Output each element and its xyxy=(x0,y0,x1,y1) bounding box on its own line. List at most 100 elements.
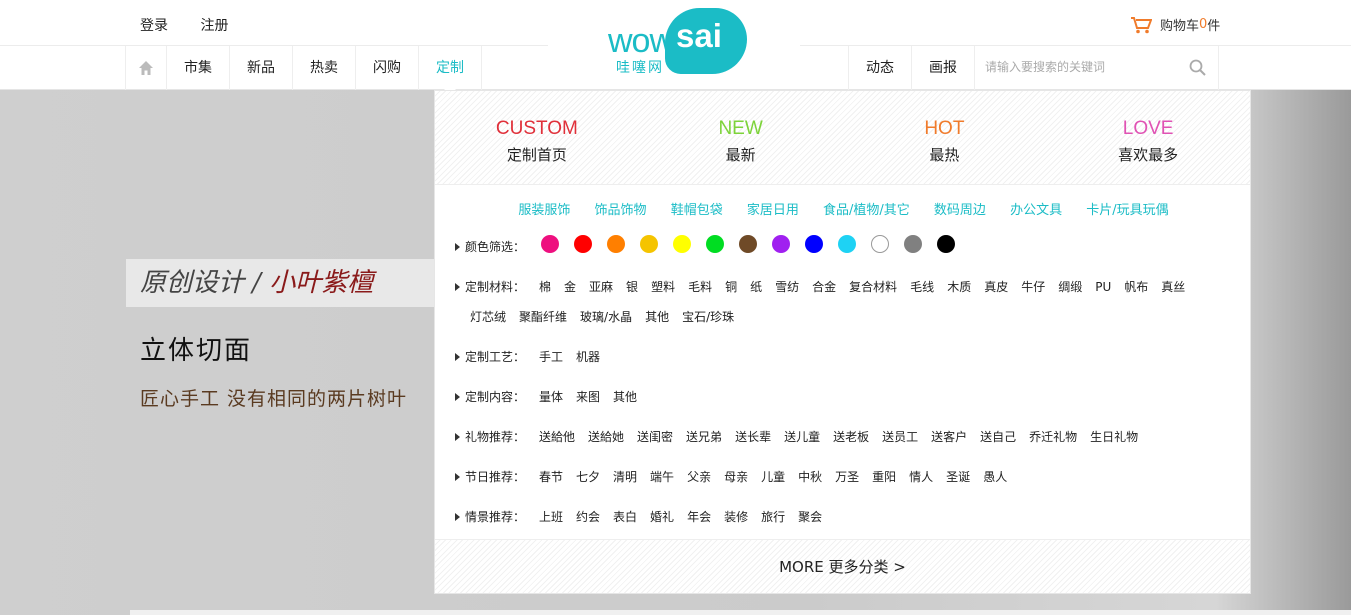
filter-tag[interactable]: 真丝 xyxy=(1161,280,1185,294)
filter-tag[interactable]: 送长辈 xyxy=(735,430,771,444)
cart-link[interactable]: 购物车 0 件 xyxy=(1130,15,1220,34)
nav-home[interactable] xyxy=(126,46,167,90)
filter-tag[interactable]: 儿童 xyxy=(761,470,785,484)
filter-tag[interactable]: 金 xyxy=(564,280,576,294)
filter-tag[interactable]: 年会 xyxy=(687,510,711,524)
top-cat-hot[interactable]: HOT 最热 xyxy=(843,91,1047,184)
filter-tag[interactable]: 玻璃/水晶 xyxy=(580,310,632,324)
filter-tag[interactable]: 毛线 xyxy=(910,280,934,294)
color-swatch-gold[interactable] xyxy=(640,235,658,253)
filter-tag[interactable]: 宝石/珍珠 xyxy=(682,310,734,324)
color-swatch-orange[interactable] xyxy=(607,235,625,253)
filter-tag[interactable]: 上班 xyxy=(539,510,563,524)
filter-tag[interactable]: 银 xyxy=(626,280,638,294)
category-link[interactable]: 卡片/玩具玩偶 xyxy=(1086,203,1168,218)
color-swatch-rose[interactable] xyxy=(541,235,559,253)
filter-tag[interactable]: 表白 xyxy=(613,510,637,524)
more-categories-link[interactable]: MORE 更多分类 > xyxy=(435,539,1250,593)
filter-tag[interactable]: 雪纺 xyxy=(775,280,799,294)
category-link[interactable]: 鞋帽包袋 xyxy=(671,203,723,218)
filter-tag[interactable]: 真皮 xyxy=(984,280,1008,294)
filter-tag[interactable]: 送兄弟 xyxy=(686,430,722,444)
nav-hot[interactable]: 热卖 xyxy=(293,46,356,90)
filter-tag[interactable]: 旅行 xyxy=(761,510,785,524)
filter-tag[interactable]: 七夕 xyxy=(576,470,600,484)
filter-tag[interactable]: 送员工 xyxy=(882,430,918,444)
filter-tag[interactable]: 生日礼物 xyxy=(1090,430,1138,444)
color-swatch-yellow[interactable] xyxy=(673,235,691,253)
filter-tag[interactable]: 牛仔 xyxy=(1021,280,1045,294)
nav-pictorial[interactable]: 画报 xyxy=(912,46,975,90)
filter-tag[interactable]: 绸缎 xyxy=(1058,280,1082,294)
color-swatch-purple[interactable] xyxy=(772,235,790,253)
filter-tag[interactable]: 送自己 xyxy=(980,430,1016,444)
category-link[interactable]: 服装服饰 xyxy=(518,203,570,218)
filter-tag[interactable]: 送客户 xyxy=(931,430,967,444)
color-swatch-blue[interactable] xyxy=(805,235,823,253)
filter-tag[interactable]: 端午 xyxy=(650,470,674,484)
filter-tag[interactable]: 量体 xyxy=(539,390,563,404)
filter-tag[interactable]: 万圣 xyxy=(835,470,859,484)
color-swatch-red[interactable] xyxy=(574,235,592,253)
nav-custom[interactable]: 定制 xyxy=(419,46,482,91)
color-swatch-cyan[interactable] xyxy=(838,235,856,253)
filter-tag[interactable]: 中秋 xyxy=(798,470,822,484)
filter-tag[interactable]: 灯芯绒 xyxy=(470,310,506,324)
nav-flash[interactable]: 闪购 xyxy=(356,46,419,90)
color-swatch-green[interactable] xyxy=(706,235,724,253)
color-swatch-black[interactable] xyxy=(937,235,955,253)
filter-tag[interactable]: 棉 xyxy=(539,280,551,294)
filter-tag[interactable]: 木质 xyxy=(947,280,971,294)
category-link[interactable]: 家居日用 xyxy=(747,203,799,218)
filter-tag[interactable]: 其他 xyxy=(613,390,637,404)
filter-tag[interactable]: 清明 xyxy=(613,470,637,484)
filter-tag[interactable]: 装修 xyxy=(724,510,748,524)
filter-tag[interactable]: 合金 xyxy=(812,280,836,294)
register-link[interactable]: 注册 xyxy=(200,18,228,34)
filter-tag[interactable]: PU xyxy=(1095,280,1111,294)
nav-news[interactable]: 动态 xyxy=(849,46,912,90)
category-link[interactable]: 食品/植物/其它 xyxy=(823,203,910,218)
filter-tag[interactable]: 婚礼 xyxy=(650,510,674,524)
filter-tag[interactable]: 复合材料 xyxy=(849,280,897,294)
search-icon[interactable] xyxy=(1189,59,1206,76)
search-input[interactable] xyxy=(975,46,1175,88)
category-link[interactable]: 饰品饰物 xyxy=(595,203,647,218)
top-cat-custom[interactable]: CUSTOM 定制首页 xyxy=(435,91,639,184)
color-swatch-gray[interactable] xyxy=(904,235,922,253)
filter-tag[interactable]: 情人 xyxy=(909,470,933,484)
filter-tag[interactable]: 塑料 xyxy=(651,280,675,294)
filter-tag[interactable]: 手工 xyxy=(539,350,563,364)
filter-tag[interactable]: 帆布 xyxy=(1124,280,1148,294)
color-swatch-white[interactable] xyxy=(871,235,889,253)
filter-tag[interactable]: 乔迁礼物 xyxy=(1029,430,1077,444)
filter-tag[interactable]: 送給他 xyxy=(539,430,575,444)
nav-market[interactable]: 市集 xyxy=(167,46,230,90)
filter-tag[interactable]: 送給她 xyxy=(588,430,624,444)
filter-tag[interactable]: 送儿童 xyxy=(784,430,820,444)
filter-tag[interactable]: 约会 xyxy=(576,510,600,524)
color-swatch-brown[interactable] xyxy=(739,235,757,253)
filter-tag[interactable]: 其他 xyxy=(645,310,669,324)
filter-tag[interactable]: 母亲 xyxy=(724,470,748,484)
filter-tag[interactable]: 铜 xyxy=(725,280,737,294)
filter-tag[interactable]: 父亲 xyxy=(687,470,711,484)
filter-tag[interactable]: 送老板 xyxy=(833,430,869,444)
filter-tag[interactable]: 来图 xyxy=(576,390,600,404)
filter-tag[interactable]: 愚人 xyxy=(983,470,1007,484)
nav-new[interactable]: 新品 xyxy=(230,46,293,90)
filter-tag[interactable]: 机器 xyxy=(576,350,600,364)
filter-tag[interactable]: 毛料 xyxy=(688,280,712,294)
filter-tag[interactable]: 亚麻 xyxy=(589,280,613,294)
login-link[interactable]: 登录 xyxy=(140,18,168,34)
site-logo[interactable]: wow sai 哇噻网 xyxy=(548,0,800,86)
filter-tag[interactable]: 圣诞 xyxy=(946,470,970,484)
filter-tag[interactable]: 春节 xyxy=(539,470,563,484)
filter-tag[interactable]: 聚会 xyxy=(798,510,822,524)
filter-tag[interactable]: 纸 xyxy=(750,280,762,294)
category-link[interactable]: 数码周边 xyxy=(934,203,986,218)
top-cat-new[interactable]: NEW 最新 xyxy=(639,91,843,184)
top-cat-love[interactable]: LOVE 喜欢最多 xyxy=(1046,91,1250,184)
filter-tag[interactable]: 重阳 xyxy=(872,470,896,484)
filter-tag[interactable]: 聚酯纤维 xyxy=(519,310,567,324)
